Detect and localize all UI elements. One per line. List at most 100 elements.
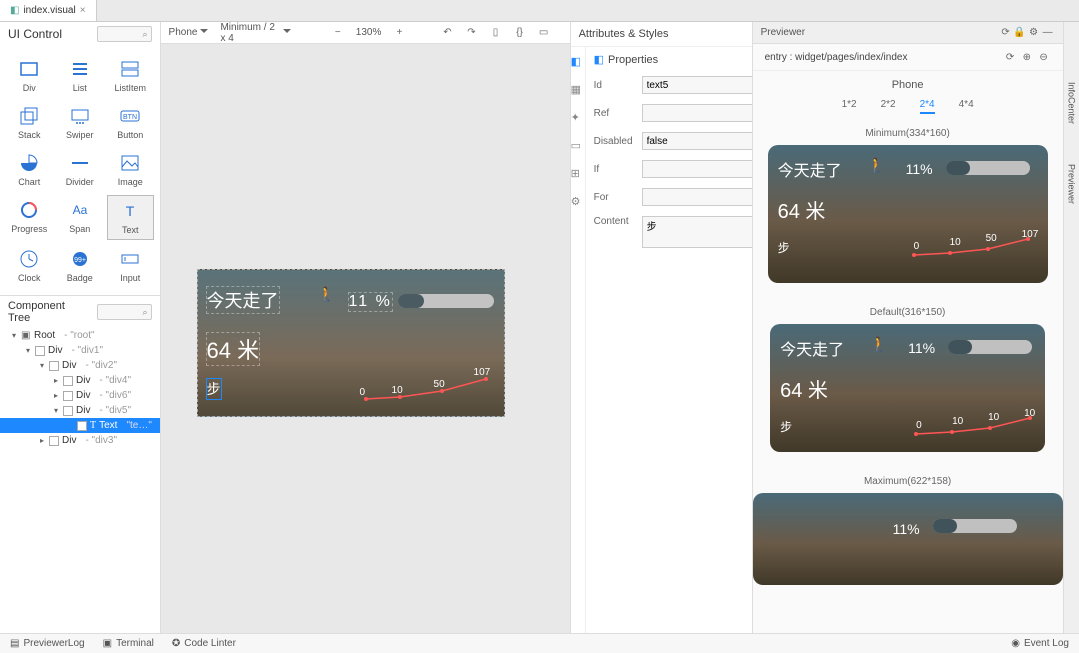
for-label: For (594, 192, 638, 203)
border-tab-icon[interactable]: ▭ (571, 139, 585, 153)
zoom-out-button[interactable]: − (332, 26, 344, 40)
tree-node-div[interactable]: ▸Div- "div3" (0, 433, 160, 448)
tree-node-div[interactable]: ▾Div- "div5" (0, 403, 160, 418)
size-tab-4x4[interactable]: 4*4 (959, 99, 974, 114)
preview-widget-max[interactable]: 11% (753, 493, 1063, 585)
size-tab-1x2[interactable]: 1*2 (842, 99, 857, 114)
tree-search[interactable]: ⌕ (97, 304, 152, 320)
size-tab-2x4[interactable]: 2*4 (920, 99, 935, 114)
refresh-icon[interactable]: ⟳ (1003, 50, 1017, 64)
preview-widget-min[interactable]: 今天走了 🚶 11% 64 米 步 01050107 (768, 145, 1048, 283)
component-div[interactable]: Div (6, 54, 53, 97)
component-span[interactable]: AaSpan (57, 195, 104, 240)
progress-slider[interactable] (398, 294, 494, 308)
swiper-icon (69, 105, 91, 127)
ruler-button[interactable]: ▯ (489, 26, 501, 40)
linter-icon: ✪ (172, 638, 180, 649)
responsive-button[interactable]: ▭ (538, 26, 550, 40)
expand-icon[interactable]: ▾ (10, 331, 18, 340)
ui-control-search[interactable]: ⌕ (97, 26, 152, 42)
code-button[interactable]: {} (514, 26, 526, 40)
component-text[interactable]: TText (107, 195, 154, 240)
zoom-in-button[interactable]: + (393, 26, 405, 40)
status-previewer-log[interactable]: ▤PreviewerLog (10, 638, 85, 649)
canvas-size-dropdown[interactable]: Minimum / 2 x 4 (220, 22, 290, 44)
component-input[interactable]: Input (107, 244, 154, 287)
rail-tab-info-center[interactable]: InfoCenter (1066, 82, 1076, 124)
component-tree[interactable]: ▾▣Root- "root"▾Div- "div1"▾Div- "div2"▸D… (0, 328, 160, 633)
tree-node-root[interactable]: ▾▣Root- "root" (0, 328, 160, 343)
ui-control-title: UI Control (8, 27, 62, 41)
component-stack[interactable]: Stack (6, 101, 53, 144)
line-chart[interactable]: 0 10 50 107 (358, 365, 498, 405)
redo-button[interactable]: ↷ (465, 26, 477, 40)
layout-tab-icon[interactable]: ▦ (571, 83, 585, 97)
expand-icon[interactable]: ▾ (38, 361, 46, 370)
text-today-walked[interactable]: 今天走了 (206, 286, 280, 314)
expand-icon[interactable]: ▾ (24, 346, 32, 355)
tree-node-div[interactable]: ▾Div- "div2" (0, 358, 160, 373)
visibility-checkbox[interactable] (49, 436, 59, 446)
gear-icon[interactable]: ⚙ (1027, 26, 1041, 40)
expand-icon[interactable]: ▸ (52, 391, 60, 400)
lock-icon[interactable]: 🔒 (1013, 26, 1027, 40)
close-icon[interactable]: × (80, 5, 86, 16)
grid-size-tabs: 1*2 2*2 2*4 4*4 (753, 95, 1063, 122)
component-image[interactable]: Image (107, 148, 154, 191)
status-code-linter[interactable]: ✪Code Linter (172, 638, 236, 649)
minimize-icon[interactable]: — (1041, 26, 1055, 40)
visibility-checkbox[interactable] (63, 406, 73, 416)
button-icon: BTN (119, 105, 141, 127)
effects-tab-icon[interactable]: ⚙ (571, 195, 585, 209)
chevron-down-icon (200, 27, 208, 38)
tree-node-div[interactable]: ▸Div- "div6" (0, 388, 160, 403)
text-steps-selected[interactable]: 步 (206, 378, 222, 400)
text-percent[interactable]: 11 % (348, 292, 393, 312)
component-progress[interactable]: Progress (6, 195, 53, 240)
text-distance[interactable]: 64 米 (206, 332, 261, 366)
component-list[interactable]: List (57, 54, 104, 97)
expand-icon[interactable]: ▾ (52, 406, 60, 415)
status-event-log[interactable]: ◉Event Log (1011, 638, 1069, 649)
device-dropdown[interactable]: Phone (169, 27, 209, 38)
tree-node-div[interactable]: ▸Div- "div4" (0, 373, 160, 388)
previewer-scroll[interactable]: Phone 1*22*22*44*4 Minimum(334*160) 今天走了… (753, 71, 1063, 633)
component-button[interactable]: BTNButton (107, 101, 154, 144)
component-chart[interactable]: Chart (6, 148, 53, 191)
visibility-checkbox[interactable] (63, 391, 73, 401)
preview-min: Minimum(334*160) 今天走了 🚶 11% 64 米 步 01050… (753, 122, 1063, 301)
component-badge[interactable]: 99+Badge (57, 244, 104, 287)
expand-icon[interactable]: ▸ (38, 436, 46, 445)
undo-button[interactable]: ↶ (441, 26, 453, 40)
rail-tab-previewer[interactable]: Previewer (1066, 164, 1076, 204)
tree-node-text[interactable]: TText"te…" (0, 418, 160, 433)
refresh-icon[interactable]: ⟳ (999, 26, 1013, 40)
zoom-in-icon[interactable]: ⊕ (1020, 50, 1034, 64)
svg-text:BTN: BTN (123, 114, 137, 121)
visibility-checkbox[interactable] (63, 376, 73, 386)
design-canvas[interactable]: 今天走了 🚶 11 % 64 米 步 0 10 50 107 (161, 44, 570, 633)
search-icon: ⌕ (142, 29, 147, 40)
tree-node-div[interactable]: ▾Div- "div1" (0, 343, 160, 358)
preview-chart: 01050107 (908, 221, 1038, 263)
preview-widget-def[interactable]: 今天走了 🚶 11% 64 米 步 0101010 (770, 324, 1045, 452)
component-clock[interactable]: Clock (6, 244, 53, 287)
visibility-checkbox[interactable] (35, 346, 45, 356)
preview-text-distance: 64 米 (780, 374, 828, 403)
ui-control-header: UI Control ⌕ (0, 22, 160, 46)
visibility-checkbox[interactable] (77, 421, 87, 431)
visibility-checkbox[interactable] (49, 361, 59, 371)
box-tab-icon[interactable]: ⊞ (571, 167, 585, 181)
component-divider[interactable]: Divider (57, 148, 104, 191)
component-listitem[interactable]: ListItem (107, 54, 154, 97)
file-tab-index-visual[interactable]: ◧ index.visual × (0, 0, 97, 21)
expand-icon[interactable]: ▸ (52, 376, 60, 385)
widget-preview[interactable]: 今天走了 🚶 11 % 64 米 步 0 10 50 107 (197, 269, 505, 417)
size-tab-2x2[interactable]: 2*2 (881, 99, 896, 114)
text-tab-icon[interactable]: ✦ (571, 111, 585, 125)
component-swiper[interactable]: Swiper (57, 101, 104, 144)
props-tab-icon[interactable]: ◧ (571, 55, 585, 69)
zoom-out-icon[interactable]: ⊖ (1037, 50, 1051, 64)
slider-knob[interactable] (398, 294, 424, 308)
status-terminal[interactable]: ▣Terminal (103, 638, 154, 649)
